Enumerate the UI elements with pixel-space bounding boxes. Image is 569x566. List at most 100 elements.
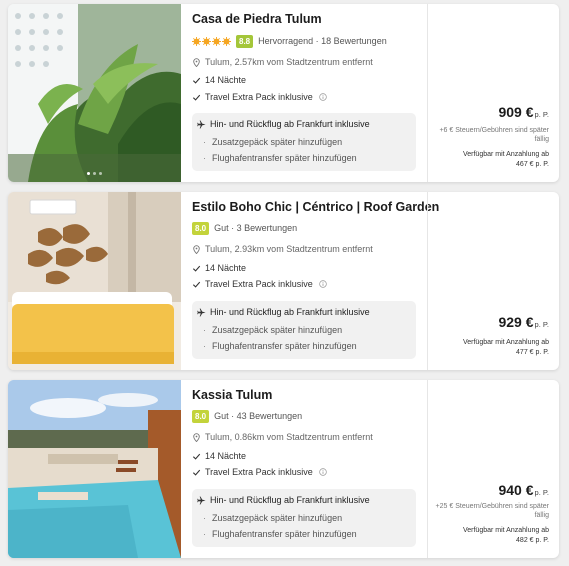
extra-pack-line: Travel Extra Pack inklusive [192,92,327,102]
extra-pack-line: Travel Extra Pack inklusive [192,467,327,477]
price: 929 €p. P. [498,314,549,332]
hotel-card[interactable]: Estilo Boho Chic | Céntrico | Roof Garde… [8,192,559,370]
rating-row: 8.8 Hervorragend · 18 Bewertungen [192,34,387,48]
deposit-label: Verfügbar mit Anzahlung ab [462,151,549,158]
deposit-label: Verfügbar mit Anzahlung ab [462,339,549,346]
transfer-line: · Flughafentransfer später hinzufügen [203,153,357,163]
hotel-card[interactable]: Kassia Tulum 8.0 Gut · 43 Bewertungen Tu… [8,380,559,558]
included-services-box: Hin- und Rückflug ab Frankfurt inklusive… [192,301,416,359]
luggage-line: · Zusatzgepäck später hinzufügen [203,513,343,523]
extra-pack-line: Travel Extra Pack inklusive [192,279,327,289]
location-line: Tulum, 2.93km vom Stadtzentrum entfernt [192,244,373,254]
rating-badge: 8.0 [192,409,210,423]
location-text: Tulum, 2.93km vom Stadtzentrum entfernt [205,244,373,254]
star-icon [202,36,211,46]
hotel-card[interactable]: Casa de Piedra Tulum 8.8 Hervorragend · … [8,4,559,182]
transfer-text: Flughafentransfer später hinzufügen [212,341,357,351]
star-icon [192,36,201,46]
check-icon [192,281,201,288]
photo-pagination [8,172,181,175]
check-icon [192,453,201,460]
nights-text: 14 Nächte [205,451,247,461]
price-column[interactable]: 929 €p. P. Verfügbar mit Anzahlung ab 47… [427,192,559,370]
hotel-title[interactable]: Estilo Boho Chic | Céntrico | Roof Garde… [192,200,439,214]
luggage-text: Zusatzgepäck später hinzufügen [212,513,343,523]
hotel-photo[interactable] [8,380,181,558]
rating-text[interactable]: Gut · 3 Bewertungen [214,223,297,233]
flight-text: Hin- und Rückflug ab Frankfurt inklusive [210,495,370,505]
price-column[interactable]: 940 €p. P. +25 € Steuern/Gebühren sind s… [427,380,559,558]
hotel-photo[interactable] [8,4,181,182]
hotel-photo[interactable] [8,192,181,370]
location-pin-icon [193,57,200,67]
included-services-box: Hin- und Rückflug ab Frankfurt inklusive… [192,113,416,171]
deposit-note: Verfügbar mit Anzahlung ab 467 € p. P. [431,150,549,169]
luggage-text: Zusatzgepäck später hinzufügen [212,325,343,335]
extra-pack-text: Travel Extra Pack inklusive [205,467,313,477]
nights-line: 14 Nächte [192,75,246,85]
transfer-line: · Flughafentransfer später hinzufügen [203,529,357,539]
price-amount: 909 € [498,104,534,120]
nights-line: 14 Nächte [192,451,246,461]
flight-line: Hin- und Rückflug ab Frankfurt inklusive [197,119,370,129]
airplane-icon [197,496,206,504]
price-per-person: p. P. [534,110,549,119]
transfer-text: Flughafentransfer später hinzufügen [212,529,357,539]
hotel-title[interactable]: Kassia Tulum [192,388,422,402]
transfer-line: · Flughafentransfer später hinzufügen [203,341,357,351]
results-list: Casa de Piedra Tulum 8.8 Hervorragend · … [0,0,569,566]
check-icon [192,265,201,272]
check-icon [192,77,201,84]
nights-text: 14 Nächte [205,75,247,85]
luggage-line: · Zusatzgepäck später hinzufügen [203,137,343,147]
rating-row: 8.0 Gut · 3 Bewertungen [192,221,297,235]
info-icon[interactable] [318,280,327,288]
price-per-person: p. P. [534,320,549,329]
rating-row: 8.0 Gut · 43 Bewertungen [192,409,302,423]
pool-photo-image [8,380,181,558]
star-rating [192,36,231,46]
hotel-info: Casa de Piedra Tulum 8.8 Hervorragend · … [192,4,418,182]
airplane-icon [197,308,206,316]
check-icon [192,469,201,476]
rating-text[interactable]: Gut · 43 Bewertungen [214,411,302,421]
star-icon [212,36,221,46]
price: 909 €p. P. [498,104,549,122]
fee-note: +6 € Steuern/Gebühren sind später fällig [439,127,549,143]
extra-pack-text: Travel Extra Pack inklusive [205,92,313,102]
bedroom-photo-image [8,192,181,370]
price-per-person: p. P. [534,488,549,497]
check-icon [192,94,201,101]
flight-text: Hin- und Rückflug ab Frankfurt inklusive [210,119,370,129]
location-text: Tulum, 2.57km vom Stadtzentrum entfernt [205,57,373,67]
star-icon [222,36,231,46]
luggage-text: Zusatzgepäck später hinzufügen [212,137,343,147]
luggage-line: · Zusatzgepäck später hinzufügen [203,325,343,335]
price-column[interactable]: 909 €p. P. +6 € Steuern/Gebühren sind sp… [427,4,559,182]
location-line: Tulum, 2.57km vom Stadtzentrum entfernt [192,57,373,67]
pagination-dot[interactable] [93,172,96,175]
flight-line: Hin- und Rückflug ab Frankfurt inklusive [197,495,370,505]
info-icon[interactable] [318,468,327,476]
nights-line: 14 Nächte [192,263,246,273]
pagination-dot[interactable] [87,172,90,175]
garden-photo-image [8,4,181,182]
price: 940 €p. P. [498,482,549,500]
deposit-amount: 477 € p. P. [516,348,549,356]
pagination-dot[interactable] [99,172,102,175]
location-pin-icon [193,244,200,254]
fee-note: +25 € Steuern/Gebühren sind später fälli… [435,503,549,519]
rating-badge: 8.8 [236,34,254,48]
hotel-info: Kassia Tulum 8.0 Gut · 43 Bewertungen Tu… [192,380,418,558]
location-line: Tulum, 0.86km vom Stadtzentrum entfernt [192,432,373,442]
rating-badge: 8.0 [192,221,210,235]
location-pin-icon [193,432,200,442]
airplane-icon [197,120,206,128]
hotel-title[interactable]: Casa de Piedra Tulum [192,12,422,26]
deposit-amount: 467 € p. P. [516,160,549,168]
deposit-amount: 482 € p. P. [516,536,549,544]
flight-line: Hin- und Rückflug ab Frankfurt inklusive [197,307,370,317]
info-icon[interactable] [318,93,327,101]
rating-text[interactable]: Hervorragend · 18 Bewertungen [258,36,387,46]
deposit-note: Verfügbar mit Anzahlung ab 477 € p. P. [431,338,549,357]
